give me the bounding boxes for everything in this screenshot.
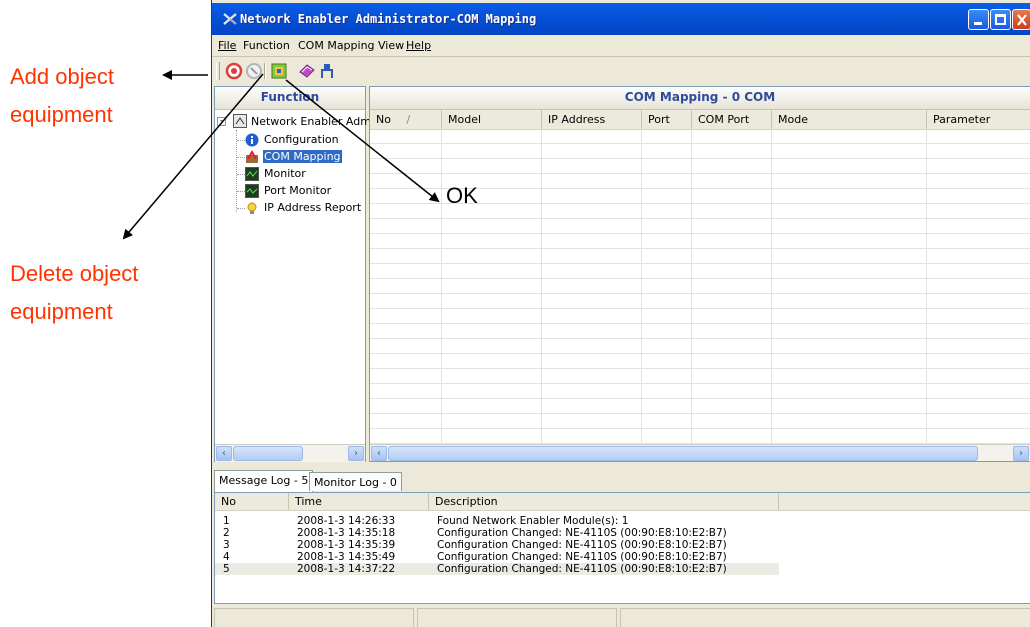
app-window: Network Enabler Administrator-COM Mappin…	[211, 0, 1030, 627]
log-time: 2008-1-3 14:35:18	[297, 527, 396, 539]
settings-icon[interactable]	[298, 62, 316, 80]
column-no[interactable]: No /	[370, 110, 442, 129]
column-parameter[interactable]: Parameter	[927, 110, 1030, 129]
com-mapping-header: COM Mapping - 0 COM	[370, 87, 1030, 110]
com-mapping-pane: COM Mapping - 0 COM No / Model IP Addres…	[369, 86, 1030, 462]
log-no: 4	[223, 551, 230, 563]
scroll-left-icon[interactable]: ‹	[371, 446, 387, 461]
column-com-port[interactable]: COM Port	[692, 110, 772, 129]
log-description: Configuration Changed: NE-4110S (00:90:E…	[437, 563, 727, 575]
log-row[interactable]: 3 2008-1-3 14:35:39 Configuration Change…	[215, 539, 1030, 551]
scroll-right-icon[interactable]: ›	[348, 446, 364, 461]
tree-root-label: Network Enabler Admin	[251, 115, 381, 128]
ok-annotation: OK	[446, 183, 478, 208]
log-no: 3	[223, 539, 230, 551]
log-time: 2008-1-3 14:35:39	[297, 539, 396, 551]
menu-function[interactable]: Function	[243, 39, 290, 52]
log-description: Configuration Changed: NE-4110S (00:90:E…	[437, 539, 727, 551]
log-time: 2008-1-3 14:35:49	[297, 551, 396, 563]
tree-item-label: Port Monitor	[264, 184, 332, 197]
table-horizontal-scrollbar[interactable]: ‹ ›	[370, 444, 1030, 461]
log-row[interactable]: 4 2008-1-3 14:35:49 Configuration Change…	[215, 551, 1030, 563]
menu-com-mapping[interactable]: COM Mapping	[298, 39, 375, 52]
tree-item-label: Monitor	[264, 167, 306, 180]
delete-equipment-annotation: Delete object equipment	[10, 255, 138, 331]
log-description: Configuration Changed: NE-4110S (00:90:E…	[437, 527, 727, 539]
menu-bar: File Function COM Mapping View Help	[212, 36, 1030, 57]
menu-view[interactable]: View	[378, 39, 404, 52]
scroll-thumb[interactable]	[388, 446, 978, 461]
tab-message-log[interactable]: Message Log - 5	[214, 470, 314, 492]
delete-icon[interactable]	[245, 62, 263, 80]
add-annotation-line2: equipment	[10, 102, 113, 127]
tree-item-label: COM Mapping	[263, 150, 342, 163]
delete-annotation-line1: Delete object	[10, 261, 139, 286]
log-column-no[interactable]: No	[215, 493, 289, 510]
ok-apply-icon[interactable]	[270, 62, 288, 80]
com-mapping-icon	[246, 150, 258, 163]
menu-file[interactable]: File	[218, 39, 236, 52]
maximize-icon	[995, 14, 1006, 25]
delete-annotation-line2: equipment	[10, 299, 113, 324]
log-tabs: Message Log - 5 Monitor Log - 0	[212, 470, 1030, 492]
tab-monitor-log[interactable]: Monitor Log - 0	[309, 472, 402, 491]
log-row[interactable]: 1 2008-1-3 14:26:33 Found Network Enable…	[215, 515, 1030, 527]
info-icon	[245, 133, 259, 147]
title-bar[interactable]: Network Enabler Administrator-COM Mappin…	[212, 3, 1030, 35]
status-panel	[417, 608, 617, 627]
column-model[interactable]: Model	[442, 110, 542, 129]
status-panel	[620, 608, 1030, 627]
tree-item-label: Configuration	[264, 133, 339, 146]
log-column-description[interactable]: Description	[429, 493, 779, 510]
minimize-button[interactable]	[968, 9, 989, 30]
toolbar-separator	[264, 63, 266, 79]
add-icon[interactable]	[225, 62, 243, 80]
log-no: 5	[223, 563, 230, 575]
column-ip-address[interactable]: IP Address	[542, 110, 642, 129]
status-panel	[214, 608, 414, 627]
log-column-time[interactable]: Time	[289, 493, 429, 510]
log-header: No Time Description	[215, 493, 1030, 511]
table-body[interactable]	[370, 129, 1030, 444]
scroll-thumb[interactable]	[233, 446, 303, 461]
log-row[interactable]: 2 2008-1-3 14:35:18 Configuration Change…	[215, 527, 1030, 539]
message-log-list: No Time Description 1 2008-1-3 14:26:33 …	[214, 492, 1030, 604]
app-icon	[223, 13, 237, 25]
bulb-icon	[247, 202, 257, 214]
port-monitor-icon	[245, 184, 259, 198]
table-header: No / Model IP Address Port COM Port Mode…	[370, 110, 1030, 130]
monitor-icon	[245, 167, 259, 181]
log-no: 1	[223, 515, 230, 527]
network-enabler-icon	[233, 114, 247, 128]
menu-help[interactable]: Help	[406, 39, 431, 52]
function-header: Function	[215, 87, 365, 110]
log-row-selected[interactable]: 5 2008-1-3 14:37:22 Configuration Change…	[215, 563, 779, 575]
log-description: Configuration Changed: NE-4110S (00:90:E…	[437, 551, 727, 563]
status-bar	[214, 606, 1030, 627]
column-port[interactable]: Port	[642, 110, 692, 129]
minimize-icon	[974, 22, 982, 25]
scroll-right-icon[interactable]: ›	[1013, 446, 1029, 461]
column-mode[interactable]: Mode	[772, 110, 927, 129]
maximize-button[interactable]	[990, 9, 1011, 30]
window-title: Network Enabler Administrator-COM Mappin…	[240, 12, 537, 26]
log-time: 2008-1-3 14:37:22	[297, 563, 396, 575]
log-description: Found Network Enabler Module(s): 1	[437, 515, 629, 527]
close-icon	[1017, 14, 1027, 26]
sort-indicator: /	[406, 113, 411, 126]
add-annotation-line1: Add object	[10, 64, 114, 89]
log-time: 2008-1-3 14:26:33	[297, 515, 396, 527]
scroll-left-icon[interactable]: ‹	[216, 446, 232, 461]
tree-item-label: IP Address Report	[264, 201, 362, 214]
function-pane: Function - Network Enabler Admin Configu…	[214, 86, 381, 462]
add-equipment-annotation: Add object equipment	[10, 58, 114, 134]
connect-icon[interactable]	[318, 62, 336, 80]
close-button[interactable]	[1012, 9, 1030, 30]
log-no: 2	[223, 527, 230, 539]
tree-horizontal-scrollbar[interactable]: ‹ ›	[215, 444, 365, 462]
toolbar	[212, 58, 1030, 84]
collapse-icon[interactable]: -	[217, 117, 226, 126]
